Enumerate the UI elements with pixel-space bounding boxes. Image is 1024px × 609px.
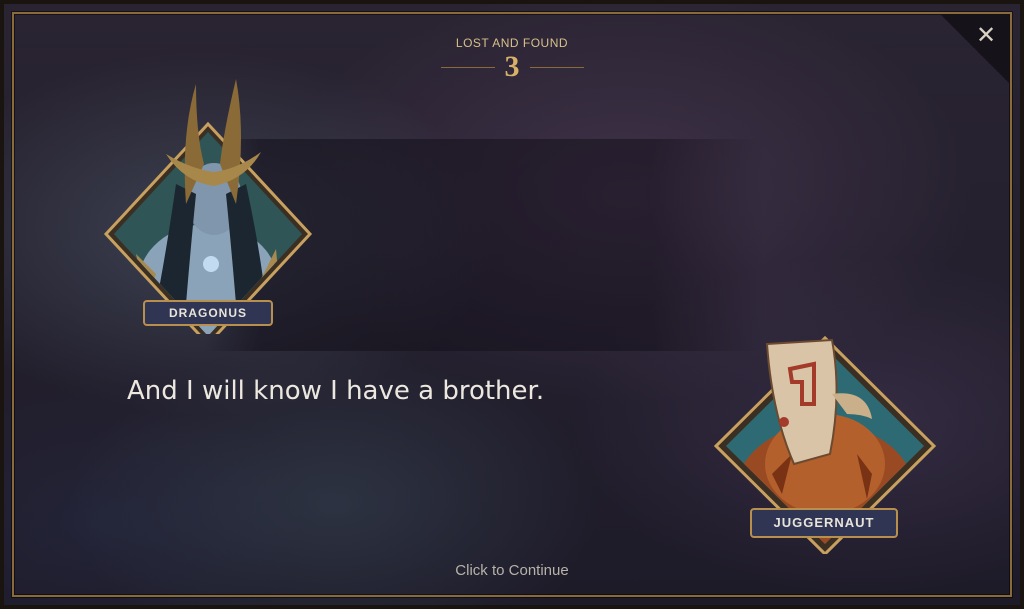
chapter-divider-right — [529, 66, 584, 68]
story-dialog[interactable]: ✕ LOST AND FOUND 3 DRAGONUS JUGGERNAUT A… — [0, 0, 1024, 609]
speaker-nameplate-left: DRAGONUS — [143, 300, 273, 326]
speaker-nameplate-right: JUGGERNAUT — [750, 508, 898, 538]
chapter-number: 3 — [504, 50, 520, 83]
dragonus-portrait — [96, 74, 326, 334]
chapter-title: LOST AND FOUND — [455, 36, 569, 50]
dialogue-text: And I will know I have a brother. — [127, 376, 545, 406]
chapter-divider-left — [440, 66, 495, 68]
continue-prompt[interactable]: Click to Continue — [4, 562, 1020, 579]
